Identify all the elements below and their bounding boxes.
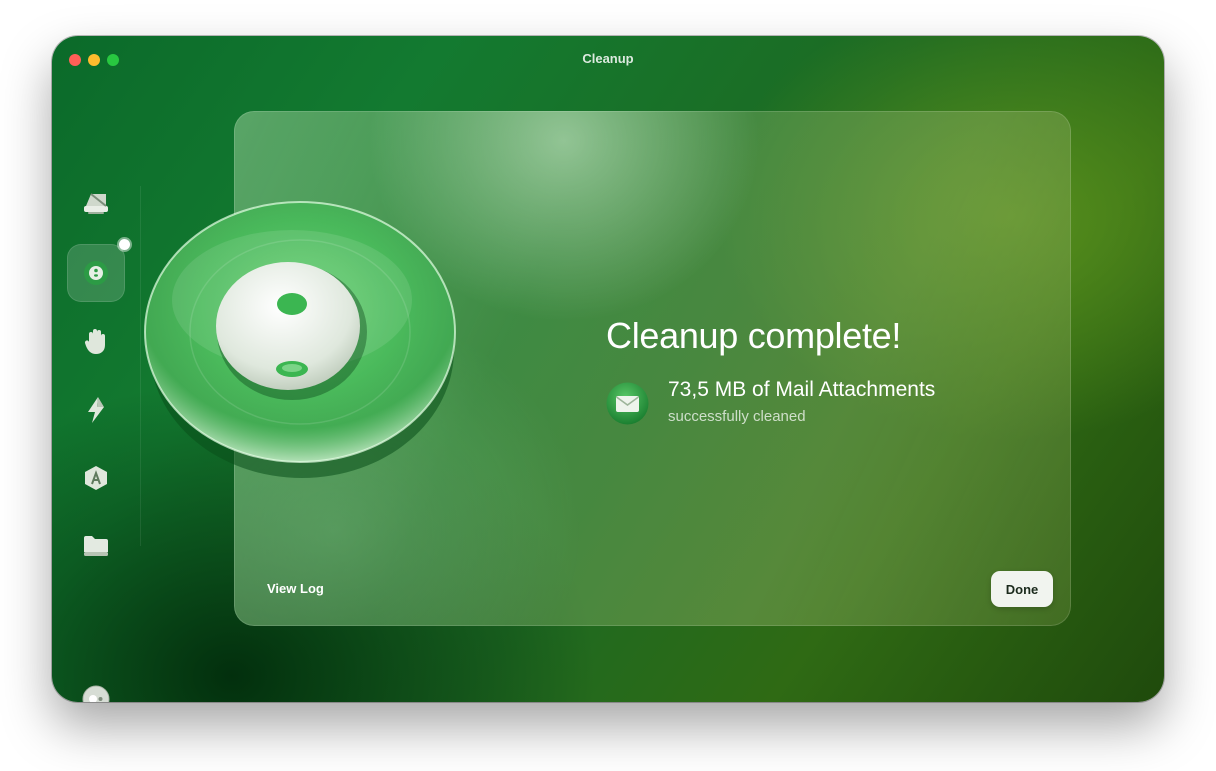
mail-cleanup-hero-illustration [144, 201, 456, 478]
title-bar: Cleanup [52, 36, 1164, 82]
mail-envelope-icon [606, 382, 649, 425]
sidebar-item-cleanup[interactable] [67, 174, 125, 232]
account-toggle-icon [82, 685, 110, 702]
speed-lightning-icon [88, 397, 104, 423]
sidebar-divider [140, 186, 141, 546]
sidebar-item-privacy[interactable] [67, 312, 125, 370]
sidebar [52, 82, 140, 702]
disk-cleanup-icon [84, 193, 108, 214]
active-indicator-dot [119, 239, 130, 250]
done-button[interactable]: Done [991, 571, 1053, 607]
cleaned-amount: 73,5 MB of Mail Attachments [668, 378, 936, 401]
applications-icon [85, 466, 107, 490]
mail-cleanup-icon [84, 261, 108, 285]
result-headline: Cleanup complete! [606, 315, 902, 356]
sidebar-item-mail-cleanup[interactable] [67, 239, 130, 302]
privacy-hand-icon [84, 329, 105, 354]
sidebar-item-speed[interactable] [67, 381, 125, 439]
view-log-link[interactable]: View Log [267, 581, 324, 596]
account-button[interactable] [81, 684, 111, 702]
sidebar-item-applications[interactable] [67, 449, 125, 507]
files-folder-icon [84, 536, 108, 556]
cleaned-status: successfully cleaned [668, 408, 806, 425]
window-title: Cleanup [582, 51, 634, 66]
sidebar-item-files[interactable] [67, 517, 125, 575]
